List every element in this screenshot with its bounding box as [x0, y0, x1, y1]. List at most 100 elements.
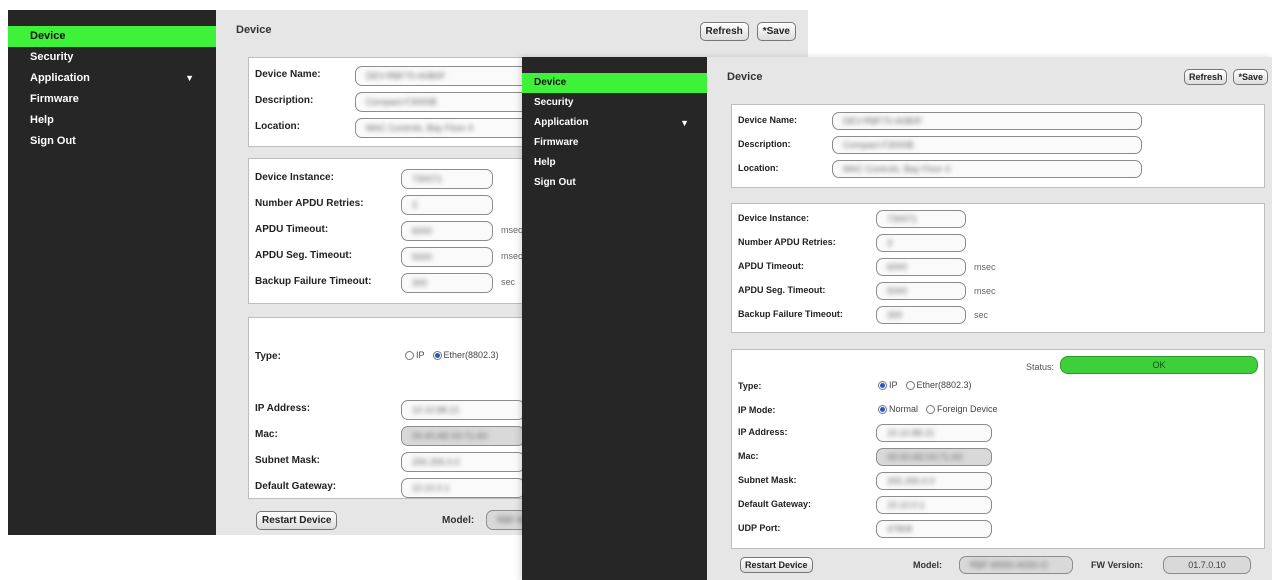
apdu-timeout-label: APDU Timeout: [738, 261, 804, 271]
apdu-seg-timeout-row: APDU Seg. Timeout: msec [732, 282, 1264, 302]
nav-item-firmware[interactable]: Firmware [8, 89, 216, 110]
nav-item-sign-out[interactable]: Sign Out [522, 173, 707, 193]
apdu-seg-timeout-unit: msec [974, 286, 996, 296]
device-name-field[interactable] [832, 112, 1142, 130]
subnet-mask-label: Subnet Mask: [738, 475, 797, 485]
subnet-mask-input[interactable] [877, 473, 991, 489]
description-label: Description: [255, 95, 314, 106]
mac-field [401, 426, 525, 446]
apdu-retries-field[interactable] [876, 234, 966, 252]
ip-address-field[interactable] [876, 424, 992, 442]
device-instance-field[interactable] [876, 210, 966, 228]
default-gateway-input[interactable] [402, 479, 524, 497]
toolbar: Refresh *Save [1183, 69, 1268, 85]
apdu-seg-timeout-input[interactable] [877, 283, 965, 299]
nav-item-help[interactable]: Help [522, 153, 707, 173]
mac-row: Mac: [732, 448, 1264, 468]
type-ether-radio[interactable] [905, 380, 915, 390]
location-input[interactable] [833, 161, 1141, 177]
apdu-retries-input[interactable] [402, 196, 492, 214]
device-instance-label: Device Instance: [255, 172, 334, 183]
fw-version-field: 01.7.0.10 [1163, 556, 1251, 574]
refresh-button[interactable]: Refresh [1183, 69, 1228, 85]
subnet-mask-input[interactable] [402, 453, 524, 471]
apdu-timeout-field[interactable] [401, 221, 493, 241]
type-ip-radio[interactable] [878, 380, 887, 390]
subnet-mask-field[interactable] [876, 472, 992, 490]
apdu-retries-input[interactable] [877, 235, 965, 251]
apdu-seg-timeout-label: APDU Seg. Timeout: [255, 250, 353, 261]
ip-mode-normal-radio[interactable] [878, 404, 887, 414]
device-instance-row: Device Instance: [732, 210, 1264, 230]
description-input[interactable] [833, 137, 1141, 153]
apdu-timeout-field[interactable] [876, 258, 966, 276]
mac-input [402, 427, 524, 445]
apdu-seg-timeout-field[interactable] [876, 282, 966, 300]
status-badge: OK [1060, 356, 1258, 374]
default-gateway-field[interactable] [401, 478, 525, 498]
apdu-timeout-input[interactable] [877, 259, 965, 275]
model-label: Model: [442, 515, 475, 526]
type-label: Type: [738, 381, 762, 391]
apdu-retries-field[interactable] [401, 195, 493, 215]
type-ip-radio[interactable] [405, 350, 414, 360]
backup-failure-row: Backup Failure Timeout: sec [732, 306, 1264, 326]
device-name-input[interactable] [833, 113, 1141, 129]
udp-port-input[interactable] [877, 521, 991, 537]
nav-item-sign-out[interactable]: Sign Out [8, 131, 216, 152]
location-field[interactable] [832, 160, 1142, 178]
udp-port-field[interactable] [876, 520, 992, 538]
backup-failure-field[interactable] [401, 273, 493, 293]
ip-address-input[interactable] [877, 425, 991, 441]
refresh-button[interactable]: Refresh [699, 22, 749, 41]
page-title: Device [236, 24, 272, 36]
mac-label: Mac: [738, 451, 759, 461]
nav-item-device[interactable]: Device [522, 73, 707, 93]
restart-device-button[interactable]: Restart Device [740, 557, 813, 573]
page-title: Device [727, 71, 763, 83]
bacnet-section: Device Instance: Number APDU Retries: AP… [731, 203, 1265, 333]
nav-item-device[interactable]: Device [8, 26, 216, 47]
apdu-timeout-input[interactable] [402, 222, 492, 240]
ip-mode-foreign-radio[interactable] [926, 404, 936, 414]
default-gateway-field[interactable] [876, 496, 992, 514]
apdu-seg-timeout-field[interactable] [401, 247, 493, 267]
nav-item-security[interactable]: Security [522, 93, 707, 113]
default-gateway-row: Default Gateway: [732, 496, 1264, 516]
subnet-mask-row: Subnet Mask: [732, 472, 1264, 492]
default-gateway-label: Default Gateway: [255, 481, 337, 492]
mac-input [877, 449, 991, 465]
description-field[interactable] [832, 136, 1142, 154]
ip-address-field[interactable] [401, 400, 525, 420]
nav-item-help[interactable]: Help [8, 110, 216, 131]
save-button[interactable]: *Save [756, 22, 796, 41]
device-name-row: Device Name: [732, 112, 1264, 132]
restart-device-button[interactable]: Restart Device [256, 511, 338, 530]
default-gateway-label: Default Gateway: [738, 499, 812, 509]
mac-field [876, 448, 992, 466]
backup-failure-input[interactable] [402, 274, 492, 292]
apdu-seg-timeout-input[interactable] [402, 248, 492, 266]
backup-failure-input[interactable] [877, 307, 965, 323]
network-section: Status: OK Type: IP Ether(8802.3) IP Mod… [731, 349, 1265, 549]
default-gateway-input[interactable] [877, 497, 991, 513]
type-ether-radio[interactable] [432, 350, 442, 360]
apdu-seg-timeout-label: APDU Seg. Timeout: [738, 285, 826, 295]
device-instance-input[interactable] [402, 170, 492, 188]
location-label: Location: [255, 121, 300, 132]
backup-failure-field[interactable] [876, 306, 966, 324]
nav-item-security[interactable]: Security [8, 47, 216, 68]
type-radio-group: IP Ether(8802.3) [878, 380, 980, 390]
nav-item-application[interactable]: Application ▼ [8, 68, 216, 89]
nav-item-firmware[interactable]: Firmware [522, 133, 707, 153]
device-instance-label: Device Instance: [738, 213, 810, 223]
apdu-retries-label: Number APDU Retries: [255, 198, 364, 209]
device-instance-input[interactable] [877, 211, 965, 227]
ip-address-input[interactable] [402, 401, 524, 419]
save-button[interactable]: *Save [1233, 69, 1268, 85]
sidebar: Device Security Application ▼ Firmware He… [8, 10, 216, 535]
subnet-mask-field[interactable] [401, 452, 525, 472]
nav-item-application[interactable]: Application ▼ [522, 113, 707, 133]
apdu-timeout-unit: msec [501, 225, 523, 235]
device-instance-field[interactable] [401, 169, 493, 189]
